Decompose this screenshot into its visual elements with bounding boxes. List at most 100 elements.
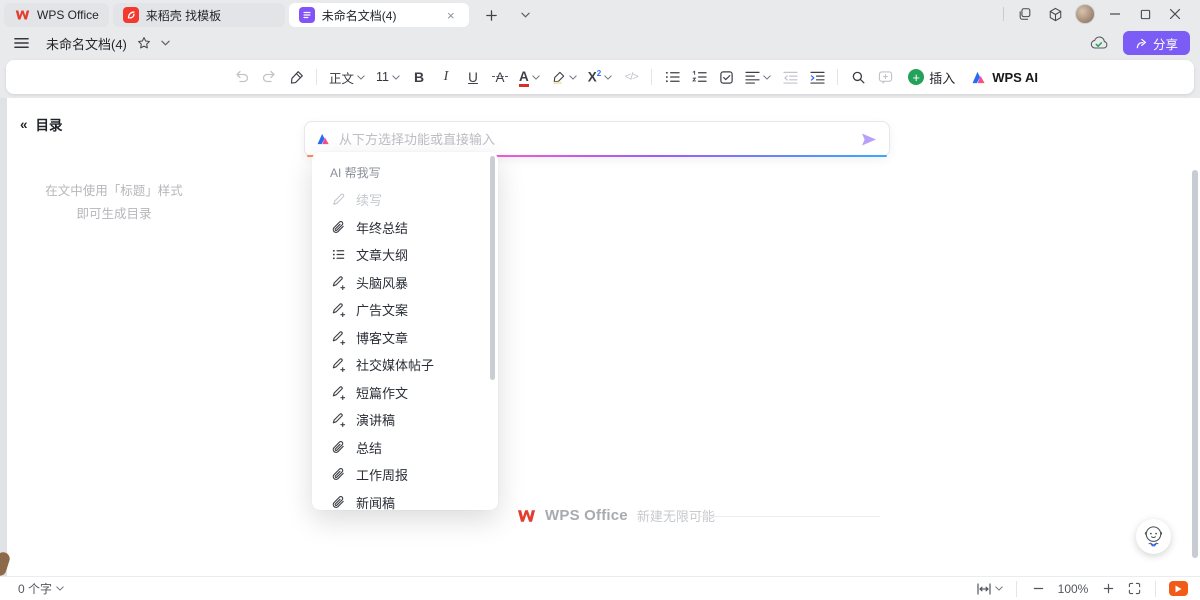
assistant-mascot-icon[interactable] (1136, 519, 1171, 554)
cloud-saved-icon[interactable] (1089, 35, 1109, 51)
ai-menu-item[interactable]: 工作周报 (312, 461, 498, 489)
wps-ai-label: WPS AI (992, 70, 1038, 85)
bold-button[interactable]: B (409, 65, 429, 89)
font-size-select[interactable]: 11 (374, 70, 402, 84)
decrease-indent-button[interactable] (780, 65, 800, 89)
collapse-panel-icon[interactable]: « (20, 117, 28, 132)
tutorial-video-button[interactable] (1169, 581, 1188, 596)
font-color-button[interactable]: A (517, 69, 542, 86)
title-chevron-icon[interactable] (161, 40, 170, 46)
ai-menu-item-label: 年终总结 (356, 218, 408, 237)
menu-row: 未命名文档(4) 分享 (0, 28, 1200, 58)
ai-menu-item[interactable]: 年终总结 (312, 214, 498, 242)
tab-docer-templates[interactable]: 来稻壳 找模板 (113, 3, 285, 27)
minimize-button[interactable] (1100, 2, 1130, 26)
divider (651, 69, 652, 85)
fullscreen-button[interactable] (1126, 580, 1142, 598)
underline-button[interactable]: U (463, 65, 483, 89)
ai-prompt-input[interactable] (339, 132, 853, 147)
empty-doc-watermark: WPS Office 新建无限可能 (517, 506, 715, 525)
new-tab-button[interactable] (481, 4, 503, 26)
tab-untitled-document[interactable]: 未命名文档(4) × (289, 3, 469, 27)
hamburger-menu-icon[interactable] (10, 31, 32, 55)
avatar[interactable] (1070, 2, 1100, 26)
page-width-view-button[interactable] (976, 580, 1003, 598)
ai-menu-item[interactable]: 博客文章 (312, 324, 498, 352)
menu-scrollbar[interactable] (490, 156, 495, 380)
ai-suggestions-menu: AI 帮我写 续写 年终总结 文章大纲 头脑风暴 广告文案 博客文章 社交媒体帖… (312, 152, 498, 510)
outline-panel-title: 目录 (36, 114, 63, 134)
close-button[interactable] (1160, 2, 1190, 26)
ai-menu-item-label: 博客文章 (356, 328, 408, 347)
maximize-button[interactable] (1130, 2, 1160, 26)
chevron-down-icon (357, 75, 365, 80)
ai-menu-item-label: 头脑风暴 (356, 273, 408, 292)
strikethrough-button[interactable]: A (490, 65, 510, 89)
vertical-scrollbar[interactable] (1192, 170, 1198, 558)
font-color-a: A (519, 69, 529, 86)
wps-ai-logo-icon (972, 71, 987, 84)
toolbar: 正文 11 B I U A A X2 </> (6, 60, 1194, 94)
ai-menu-item-label: 演讲稿 (356, 410, 395, 429)
ai-menu-item[interactable]: 总结 (312, 434, 498, 462)
chevron-down-icon (569, 75, 577, 80)
user-avatar (1075, 4, 1095, 24)
multi-window-icon[interactable] (1010, 2, 1040, 26)
ai-menu-item[interactable]: 续写 (312, 186, 498, 214)
tab-close-icon[interactable]: × (443, 8, 459, 23)
tab-wps-home[interactable]: WPS Office (4, 3, 109, 27)
font-size-value: 11 (376, 70, 389, 84)
highlight-button[interactable] (549, 70, 579, 85)
wps-logo-icon (14, 7, 30, 23)
plus-circle-icon: + (908, 69, 924, 85)
outline-empty-hint: 在文中使用「标题」样式 即可生成目录 (24, 180, 204, 226)
zoom-level-value[interactable]: 100% (1056, 582, 1090, 596)
superscript-button[interactable]: X2 (586, 69, 614, 85)
format-painter-button[interactable] (286, 65, 306, 89)
word-count-dropdown[interactable]: 0 个字 (18, 580, 64, 597)
alignment-button[interactable] (743, 71, 773, 84)
chevron-down-icon (763, 75, 771, 80)
pen-icon (330, 192, 346, 208)
favorite-star-icon[interactable] (137, 36, 151, 50)
insert-button[interactable]: + 插入 (908, 68, 955, 87)
ai-menu-item[interactable]: 文章大纲 (312, 241, 498, 269)
ai-menu-item[interactable]: 短篇作文 (312, 379, 498, 407)
tab-label: WPS Office (37, 8, 99, 22)
comment-button[interactable] (875, 65, 895, 89)
pen-plus-icon (330, 329, 346, 345)
undo-button[interactable] (232, 65, 252, 89)
ai-menu-item[interactable]: 社交媒体帖子 (312, 351, 498, 379)
ai-menu-item-label: 续写 (356, 190, 382, 209)
zoom-in-button[interactable] (1100, 580, 1116, 598)
send-icon[interactable] (861, 133, 877, 146)
ai-menu-item[interactable]: 头脑风暴 (312, 269, 498, 297)
redo-button[interactable] (259, 65, 279, 89)
workspace-cube-icon[interactable] (1040, 2, 1070, 26)
document-placeholder-line (700, 516, 880, 517)
outline-hint-line1: 在文中使用「标题」样式 (24, 180, 204, 203)
italic-button[interactable]: I (436, 65, 456, 89)
ai-menu-item[interactable]: 新闻稿 (312, 489, 498, 511)
wps-ai-button[interactable]: WPS AI (972, 70, 1038, 85)
code-block-button[interactable]: </> (621, 65, 641, 89)
ai-menu-item-label: 社交媒体帖子 (356, 355, 434, 374)
ai-menu-item[interactable]: 演讲稿 (312, 406, 498, 434)
window-controls (997, 2, 1190, 26)
wps-logo-icon (517, 509, 536, 523)
share-icon (1135, 37, 1148, 50)
zoom-out-button[interactable] (1030, 580, 1046, 598)
tab-list-chevron-icon[interactable] (515, 4, 537, 26)
statusbar: 0 个字 100% (0, 576, 1200, 600)
ai-menu-item[interactable]: 广告文案 (312, 296, 498, 324)
paperclip-icon (330, 467, 346, 483)
search-button[interactable] (848, 65, 868, 89)
play-icon (1175, 585, 1182, 593)
pen-plus-icon (330, 274, 346, 290)
bullet-list-button[interactable] (662, 65, 682, 89)
checkbox-list-button[interactable] (716, 65, 736, 89)
paragraph-style-select[interactable]: 正文 (327, 68, 367, 87)
numbered-list-button[interactable] (689, 65, 709, 89)
increase-indent-button[interactable] (807, 65, 827, 89)
share-button[interactable]: 分享 (1123, 31, 1190, 55)
